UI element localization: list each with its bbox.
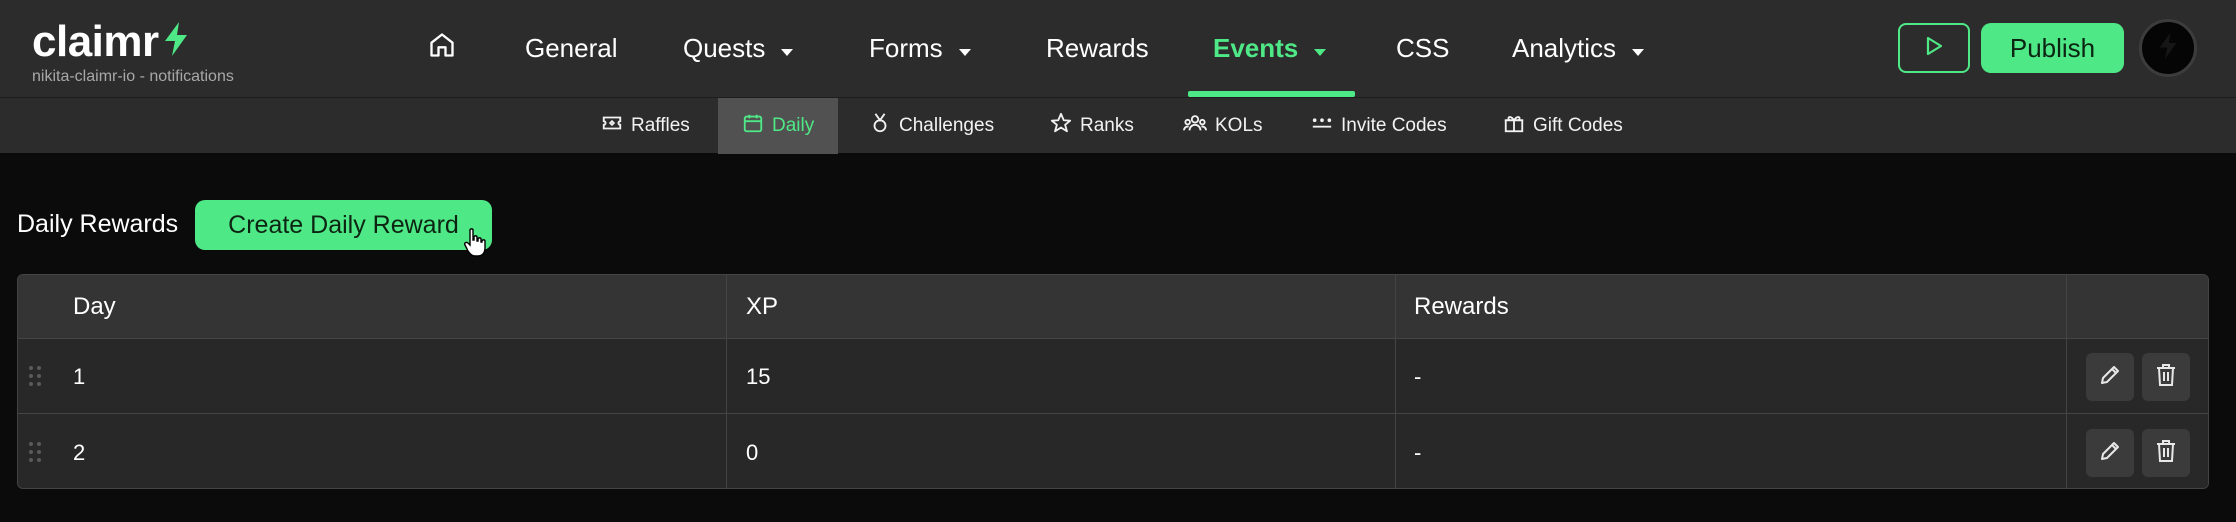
- column-header-day: Day: [73, 293, 116, 320]
- delete-button[interactable]: [2142, 353, 2190, 401]
- caret-down-icon: [1632, 33, 1645, 64]
- trash-icon: [2155, 439, 2177, 468]
- edit-button[interactable]: [2086, 353, 2134, 401]
- sub-navigation: Raffles Daily Challenges Ranks KOLs Invi…: [0, 97, 2236, 154]
- cell-day: 2: [73, 439, 86, 465]
- trash-icon: [2155, 363, 2177, 392]
- bolt-icon: [163, 20, 189, 64]
- nav-home[interactable]: [428, 0, 456, 97]
- table-header: Day XP Rewards: [18, 275, 2208, 339]
- nav-css[interactable]: CSS: [1396, 0, 1449, 97]
- caret-down-icon: [1314, 33, 1327, 64]
- home-icon: [428, 31, 456, 66]
- subtab-challenges[interactable]: Challenges: [869, 98, 994, 154]
- cell-rewards: -: [1414, 439, 1422, 465]
- column-divider: [726, 275, 727, 488]
- star-icon: [1050, 112, 1080, 140]
- brand-name: claimr: [32, 17, 159, 66]
- table-row[interactable]: 2 0 -: [18, 415, 2208, 488]
- subtab-daily[interactable]: Daily: [718, 98, 839, 154]
- cell-xp: 0: [746, 439, 759, 465]
- subtab-kols[interactable]: KOLs: [1183, 98, 1263, 154]
- column-header-rewards: Rewards: [1414, 293, 1509, 320]
- nav-general[interactable]: General: [525, 0, 618, 97]
- pencil-icon: [2098, 363, 2122, 392]
- cell-xp: 15: [746, 363, 771, 389]
- pointer-cursor-icon: [464, 228, 486, 263]
- subtab-ranks[interactable]: Ranks: [1050, 98, 1134, 154]
- caret-down-icon: [781, 33, 794, 64]
- caret-down-icon: [958, 33, 971, 64]
- page-title: Daily Rewards: [17, 210, 179, 238]
- calendar-icon: [742, 112, 772, 140]
- delete-button[interactable]: [2142, 429, 2190, 477]
- bolt-icon: [2158, 32, 2178, 64]
- nav-forms[interactable]: Forms: [869, 0, 971, 97]
- ticket-icon: [601, 112, 631, 140]
- create-daily-reward-button[interactable]: Create Daily Reward: [195, 200, 492, 250]
- nav-quests[interactable]: Quests: [683, 0, 794, 97]
- column-divider: [2066, 275, 2067, 488]
- nav-rewards[interactable]: Rewards: [1046, 0, 1149, 97]
- edit-button[interactable]: [2086, 429, 2134, 477]
- gift-icon: [1503, 112, 1533, 140]
- drag-handle-icon[interactable]: [28, 440, 42, 469]
- column-header-xp: XP: [746, 293, 779, 320]
- dots-icon: [1311, 112, 1341, 140]
- nav-events[interactable]: Events: [1213, 0, 1327, 97]
- daily-rewards-table: Day XP Rewards 1 15 - 2 0 -: [17, 274, 2209, 489]
- subtab-gift-codes[interactable]: Gift Codes: [1503, 98, 1623, 154]
- drag-handle-icon[interactable]: [28, 364, 42, 393]
- publish-button[interactable]: Publish: [1981, 23, 2124, 73]
- table-row[interactable]: 1 15 -: [18, 339, 2208, 414]
- pencil-icon: [2098, 439, 2122, 468]
- play-icon: [1925, 36, 1943, 61]
- project-subtitle: nikita-claimr-io - notifications: [32, 68, 234, 85]
- users-icon: [1183, 112, 1215, 140]
- nav-analytics[interactable]: Analytics: [1512, 0, 1645, 97]
- avatar[interactable]: [2139, 19, 2197, 77]
- medal-icon: [869, 112, 899, 140]
- brand[interactable]: claimr nikita-claimr-io - notifications: [32, 20, 234, 86]
- column-divider: [1395, 275, 1396, 488]
- subtab-raffles[interactable]: Raffles: [601, 98, 690, 154]
- cell-rewards: -: [1414, 363, 1422, 389]
- cell-day: 1: [73, 363, 86, 389]
- preview-button[interactable]: [1898, 23, 1970, 73]
- subtab-invite-codes[interactable]: Invite Codes: [1311, 98, 1447, 154]
- top-header: claimr nikita-claimr-io - notifications …: [0, 0, 2236, 97]
